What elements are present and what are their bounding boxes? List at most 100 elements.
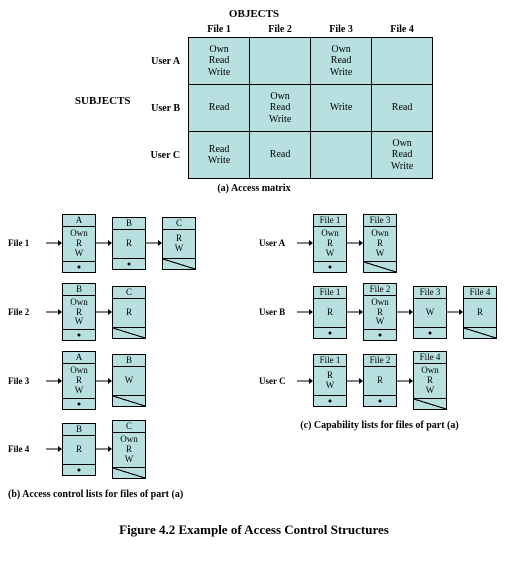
- pointer-icon: [113, 258, 145, 269]
- matrix-cell: [372, 38, 433, 85]
- node-head: File 4: [414, 352, 446, 364]
- col-header: File 4: [372, 22, 433, 38]
- node-head: C: [163, 218, 195, 230]
- matrix-cell: OwnReadWrite: [372, 132, 433, 179]
- pointer-icon: [63, 329, 95, 340]
- list-node: File 4OwnRW: [413, 351, 447, 410]
- cap-chain-label: User B: [259, 307, 297, 317]
- arrow-icon: [297, 376, 313, 386]
- list-node: AOwnRW: [62, 214, 96, 273]
- arrow-icon: [447, 307, 463, 317]
- col-header: File 3: [311, 22, 372, 38]
- null-pointer-icon: [364, 261, 396, 272]
- row-label: User C: [143, 132, 189, 179]
- acl-caption: (b) Access control lists for files of pa…: [8, 489, 249, 500]
- node-body: R: [364, 367, 396, 395]
- arrow-icon: [347, 307, 363, 317]
- arrow-icon: [96, 307, 112, 317]
- null-pointer-icon: [113, 395, 145, 406]
- node-body: RW: [314, 367, 346, 395]
- acl-chain-label: File 4: [8, 444, 46, 454]
- arrow-icon: [347, 376, 363, 386]
- null-pointer-icon: [113, 467, 145, 478]
- node-body: OwnRW: [364, 227, 396, 261]
- linked-list-chain: File 4BRCOwnRW: [8, 420, 249, 479]
- node-head: B: [63, 424, 95, 436]
- node-body: OwnRW: [63, 364, 95, 398]
- node-head: A: [63, 352, 95, 364]
- list-node: File 1R: [313, 286, 347, 339]
- node-head: File 3: [414, 287, 446, 299]
- acl-column: File 1AOwnRWBRCRWFile 2BOwnRWCRFile 3AOw…: [8, 214, 249, 500]
- cap-chain-label: User A: [259, 238, 297, 248]
- col-header: File 1: [189, 22, 250, 38]
- node-body: W: [414, 299, 446, 327]
- arrow-icon: [46, 307, 62, 317]
- list-node: File 4R: [463, 286, 497, 339]
- acl-chain-label: File 3: [8, 376, 46, 386]
- linked-list-chain: File 2 BOwnRW CR: [8, 283, 249, 342]
- node-body: OwnRW: [364, 296, 396, 330]
- list-node: File 2R: [363, 354, 397, 407]
- matrix-cell: [250, 38, 311, 85]
- list-node: BR: [112, 217, 146, 270]
- pointer-icon: [63, 398, 95, 409]
- matrix-cell: [311, 132, 372, 179]
- matrix-caption: (a) Access matrix: [8, 183, 500, 194]
- pointer-icon: [63, 464, 95, 475]
- node-head: C: [113, 287, 145, 299]
- list-node: BW: [112, 354, 146, 407]
- linked-list-chain: User A File 1OwnRW File 3OwnRW: [259, 214, 500, 273]
- row-label: User A: [143, 38, 189, 85]
- arrow-icon: [46, 376, 62, 386]
- list-node: CR: [112, 286, 146, 339]
- cap-chain-label: User C: [259, 376, 297, 386]
- pointer-icon: [314, 395, 346, 406]
- figure-title: Figure 4.2 Example of Access Control Str…: [8, 522, 500, 538]
- access-matrix-table: File 1 File 2 File 3 File 4 User A OwnRe…: [143, 22, 434, 179]
- node-body: OwnRW: [113, 433, 145, 467]
- matrix-cell: Read: [250, 132, 311, 179]
- list-node: File 1RW: [313, 354, 347, 407]
- col-header: File 2: [250, 22, 311, 38]
- linked-list-chain: File 1AOwnRWBRCRW: [8, 214, 249, 273]
- objects-label: OBJECTS: [8, 8, 500, 20]
- node-body: R: [113, 230, 145, 258]
- node-body: OwnRW: [63, 296, 95, 330]
- list-node: CRW: [162, 217, 196, 270]
- arrow-icon: [347, 238, 363, 248]
- arrow-icon: [96, 376, 112, 386]
- null-pointer-icon: [113, 327, 145, 338]
- node-body: OwnRW: [63, 227, 95, 261]
- list-node: File 3OwnRW: [363, 214, 397, 273]
- row-label: User B: [143, 85, 189, 132]
- node-head: File 4: [464, 287, 496, 299]
- node-head: File 1: [314, 287, 346, 299]
- pointer-icon: [314, 327, 346, 338]
- access-matrix-section: OBJECTS SUBJECTS File 1 File 2 File 3 Fi…: [8, 8, 500, 194]
- arrow-icon: [146, 238, 162, 248]
- null-pointer-icon: [464, 327, 496, 338]
- arrow-icon: [397, 376, 413, 386]
- pointer-icon: [364, 329, 396, 340]
- matrix-cell: OwnReadWrite: [311, 38, 372, 85]
- null-pointer-icon: [163, 258, 195, 269]
- arrow-icon: [46, 444, 62, 454]
- linked-list-chain: User BFile 1RFile 2OwnRWFile 3WFile 4R: [259, 283, 500, 342]
- node-body: R: [113, 299, 145, 327]
- node-head: File 2: [364, 355, 396, 367]
- arrow-icon: [96, 238, 112, 248]
- node-head: B: [113, 218, 145, 230]
- matrix-cell: Read: [372, 85, 433, 132]
- linked-list-chain: File 3 AOwnRW BW: [8, 351, 249, 410]
- matrix-cell: OwnReadWrite: [250, 85, 311, 132]
- pointer-icon: [414, 327, 446, 338]
- list-node: File 1OwnRW: [313, 214, 347, 273]
- node-body: R: [464, 299, 496, 327]
- node-head: File 2: [364, 284, 396, 296]
- matrix-cell: Write: [311, 85, 372, 132]
- acl-chain-label: File 2: [8, 307, 46, 317]
- node-head: B: [63, 284, 95, 296]
- arrow-icon: [96, 444, 112, 454]
- matrix-cell: OwnReadWrite: [189, 38, 250, 85]
